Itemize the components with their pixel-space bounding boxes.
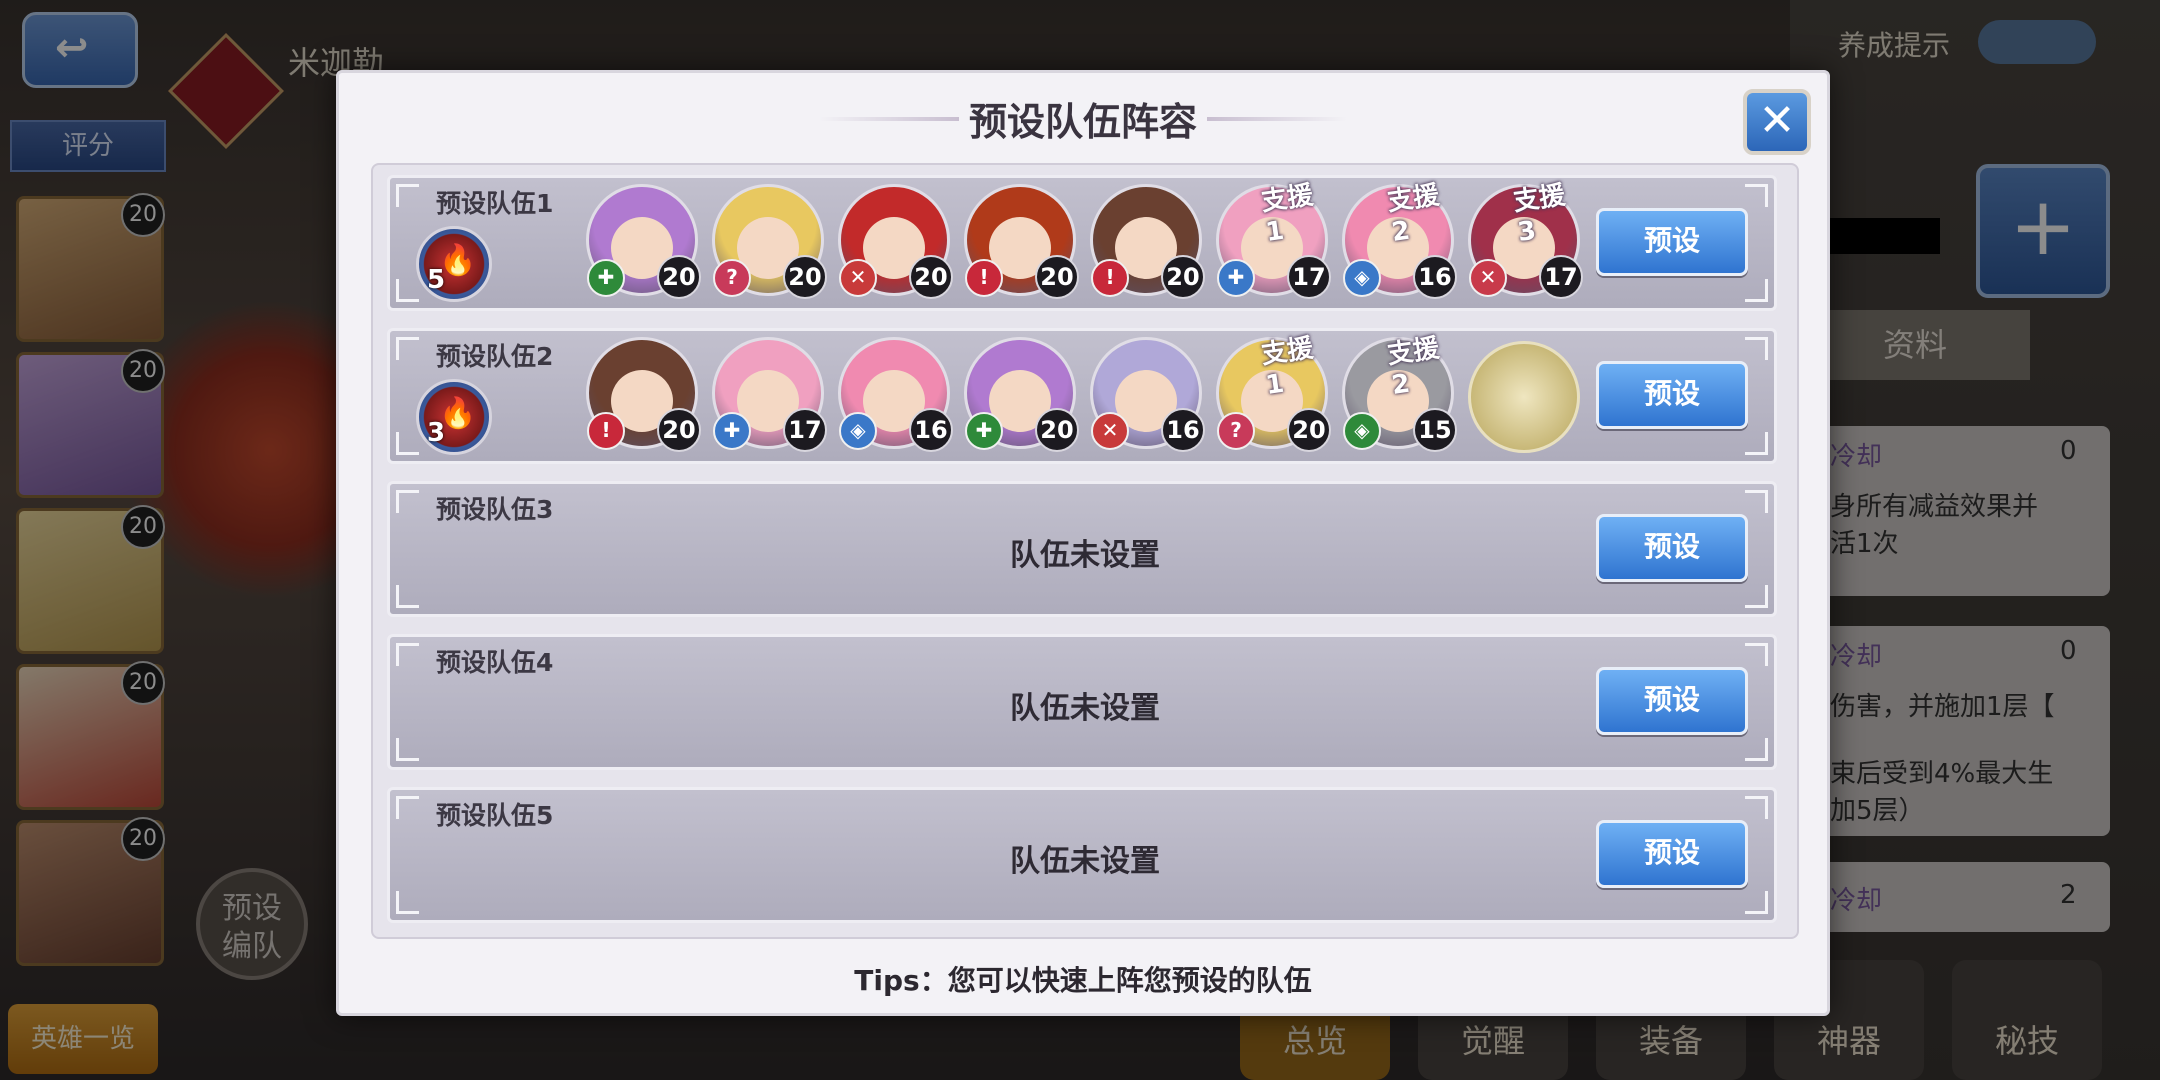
corner-ornament: [1745, 279, 1768, 302]
hero-portrait[interactable]: ✚ 17: [712, 337, 827, 452]
hero-class-icon: !: [587, 412, 625, 450]
team-not-set-text: 队伍未设置: [1010, 538, 1160, 573]
preset-row-title: 预设队伍2: [436, 342, 554, 371]
hero-portrait[interactable]: ✕ 20: [838, 184, 953, 299]
hero-level: 20: [657, 408, 701, 452]
hero-level: 20: [1287, 408, 1331, 452]
hero-portrait[interactable]: ! 20: [586, 337, 701, 452]
element-level: 3: [427, 418, 446, 448]
support-label: 支援1: [1259, 333, 1316, 401]
preset-row-title: 预设队伍4: [436, 648, 554, 677]
hero-class-icon: ◈: [1343, 412, 1381, 450]
hero-class-icon: ?: [1217, 412, 1255, 450]
hero-class-icon: ✚: [713, 412, 751, 450]
hero-class-icon: ✕: [1091, 412, 1129, 450]
hero-class-icon: !: [1091, 259, 1129, 297]
hero-level: 20: [1161, 255, 1205, 299]
corner-ornament: [396, 585, 419, 608]
hero-level: 15: [1413, 408, 1457, 452]
support-label: 支援3: [1511, 180, 1568, 248]
corner-ornament: [1745, 738, 1768, 761]
corner-ornament: [1745, 891, 1768, 914]
preset-row-title: 预设队伍3: [436, 495, 554, 524]
corner-ornament: [1745, 643, 1768, 666]
hero-class-icon: ◈: [839, 412, 877, 450]
corner-ornament: [396, 490, 419, 513]
element-level: 5: [427, 265, 446, 295]
hero-level: 16: [1413, 255, 1457, 299]
close-button[interactable]: ✕: [1743, 89, 1811, 155]
hero-portrait[interactable]: ! 20: [964, 184, 1079, 299]
hero-portrait[interactable]: ✚ 17 支援1: [1216, 180, 1331, 299]
hero-level: 17: [1539, 255, 1583, 299]
hero-level: 20: [1035, 255, 1079, 299]
hero-level: 20: [783, 255, 827, 299]
hero-portrait[interactable]: ◈ 15 支援2: [1342, 333, 1457, 452]
corner-ornament: [396, 432, 419, 455]
preset-row-4: 预设队伍4 队伍未设置 预设: [387, 634, 1777, 770]
preset-row-3: 预设队伍3 队伍未设置 预设: [387, 481, 1777, 617]
hero-class-icon: ✕: [1469, 259, 1507, 297]
hero-portrait[interactable]: ✕ 17 支援3: [1468, 180, 1583, 299]
hero-class-icon: !: [965, 259, 1003, 297]
hero-level: 16: [1161, 408, 1205, 452]
hero-portrait[interactable]: ◈ 16: [838, 337, 953, 452]
hero-portrait[interactable]: ◈ 16 支援2: [1342, 180, 1457, 299]
team-not-set-text: 队伍未设置: [1010, 691, 1160, 726]
fire-element-icon: 🔥 3: [416, 379, 492, 455]
support-label: 支援1: [1259, 180, 1316, 248]
corner-ornament: [396, 184, 419, 207]
hero-portrait[interactable]: ! 20: [1090, 184, 1205, 299]
hero-level: 16: [909, 408, 953, 452]
preset-button[interactable]: 预设: [1596, 667, 1748, 735]
fire-element-icon: 🔥 5: [416, 226, 492, 302]
tips-text: Tips：您可以快速上阵您预设的队伍: [854, 964, 1312, 997]
hero-class-icon: ◈: [1343, 259, 1381, 297]
corner-ornament: [396, 643, 419, 666]
preset-button[interactable]: 预设: [1596, 208, 1748, 276]
hero-class-icon: ✚: [1217, 259, 1255, 297]
corner-ornament: [396, 738, 419, 761]
hero-portrait[interactable]: ? 20 支援1: [1216, 333, 1331, 452]
modal-title: 预设队伍阵容: [968, 100, 1197, 144]
corner-ornament: [1745, 337, 1768, 360]
preset-row-title: 预设队伍5: [436, 801, 554, 830]
preset-button[interactable]: 预设: [1596, 820, 1748, 888]
corner-ornament: [1745, 490, 1768, 513]
hero-portrait[interactable]: ✚ 20: [586, 184, 701, 299]
hero-level: 20: [909, 255, 953, 299]
support-label: 支援2: [1385, 333, 1442, 401]
hero-level: 17: [783, 408, 827, 452]
hero-class-icon: ?: [713, 259, 751, 297]
support-label: 支援2: [1385, 180, 1442, 248]
empty-hero-slot[interactable]: [1468, 341, 1580, 453]
hero-class-icon: ✚: [965, 412, 1003, 450]
corner-ornament: [396, 796, 419, 819]
preset-team-modal: 预设队伍阵容 ✕ 预设队伍1 🔥 5 ✚ 20? 20 ✕ 20! 20! 20 ✚ 17 支援1 ◈ 16…: [336, 70, 1830, 1016]
hero-level: 17: [1287, 255, 1331, 299]
hero-portrait[interactable]: ✕ 16: [1090, 337, 1205, 452]
hero-portrait[interactable]: ✚ 20: [964, 337, 1079, 452]
corner-ornament: [1745, 184, 1768, 207]
corner-ornament: [1745, 796, 1768, 819]
corner-ornament: [396, 891, 419, 914]
hero-portrait[interactable]: ? 20: [712, 184, 827, 299]
preset-row-title: 预设队伍1: [436, 189, 554, 218]
hero-level: 20: [657, 255, 701, 299]
preset-row-2: 预设队伍2 🔥 3! 20 ✚ 17 ◈ 16 ✚ 20 ✕ 16? 20 支援1 ◈ 15 支援2 预设: [387, 328, 1777, 464]
team-not-set-text: 队伍未设置: [1010, 844, 1160, 879]
corner-ornament: [1745, 432, 1768, 455]
preset-button[interactable]: 预设: [1596, 514, 1748, 582]
preset-list: 预设队伍1 🔥 5 ✚ 20? 20 ✕ 20! 20! 20 ✚ 17 支援1 ◈ 16 支援2 ✕ 17 支援3…: [371, 163, 1799, 939]
hero-class-icon: ✚: [587, 259, 625, 297]
preset-button[interactable]: 预设: [1596, 361, 1748, 429]
hero-level: 20: [1035, 408, 1079, 452]
hero-class-icon: ✕: [839, 259, 877, 297]
preset-row-1: 预设队伍1 🔥 5 ✚ 20? 20 ✕ 20! 20! 20 ✚ 17 支援1 ◈ 16 支援2 ✕ 17 支援3…: [387, 175, 1777, 311]
corner-ornament: [396, 337, 419, 360]
corner-ornament: [396, 279, 419, 302]
corner-ornament: [1745, 585, 1768, 608]
preset-row-5: 预设队伍5 队伍未设置 预设: [387, 787, 1777, 923]
